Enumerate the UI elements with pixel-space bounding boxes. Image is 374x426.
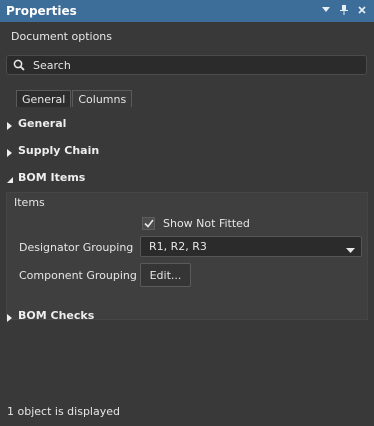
title-bar: Properties [0, 0, 374, 22]
designator-grouping-label: Designator Grouping [19, 241, 134, 254]
bom-items-content: Items Show Not Fitted Designator Groupin… [6, 192, 368, 320]
checkmark-icon [143, 219, 154, 228]
section-supply-chain-header[interactable]: Supply Chain [6, 144, 99, 157]
designator-grouping-value: R1, R2, R3 [149, 240, 207, 253]
caret-right-icon [6, 312, 14, 322]
search-icon [13, 59, 25, 71]
pin-icon[interactable] [340, 4, 348, 18]
close-icon[interactable] [358, 5, 366, 17]
panel-title: Properties [6, 4, 77, 18]
section-bom-items-label: BOM Items [18, 171, 86, 184]
show-not-fitted-label: Show Not Fitted [163, 217, 250, 230]
section-bom-checks-header[interactable]: BOM Checks [6, 309, 94, 322]
properties-panel: Document options General Columns General… [0, 22, 374, 426]
search-box[interactable] [6, 55, 367, 75]
search-input[interactable] [33, 58, 353, 72]
tab-bar: General Columns [16, 90, 133, 107]
designator-grouping-select[interactable]: R1, R2, R3 [140, 236, 362, 257]
status-text: 1 object is displayed [7, 405, 120, 418]
caret-right-icon [6, 147, 14, 157]
caret-right-icon [6, 120, 14, 130]
section-bom-checks-label: BOM Checks [18, 309, 95, 322]
component-grouping-label: Component Grouping [19, 269, 137, 282]
section-general-label: General [18, 117, 67, 130]
items-label: Items [14, 196, 45, 209]
tab-columns[interactable]: Columns [72, 90, 133, 107]
section-bom-items-header[interactable]: BOM Items [6, 171, 85, 184]
chevron-down-icon [346, 244, 355, 253]
title-bar-controls [322, 4, 374, 18]
show-not-fitted-checkbox[interactable] [142, 217, 155, 230]
menu-arrow-icon[interactable] [322, 6, 330, 16]
caret-down-icon [6, 174, 14, 183]
edit-component-grouping-button[interactable]: Edit... [140, 263, 191, 287]
document-options-heading: Document options [11, 30, 112, 43]
section-supply-chain-label: Supply Chain [18, 144, 100, 157]
section-general-header[interactable]: General [6, 117, 66, 130]
tab-general[interactable]: General [16, 90, 72, 107]
